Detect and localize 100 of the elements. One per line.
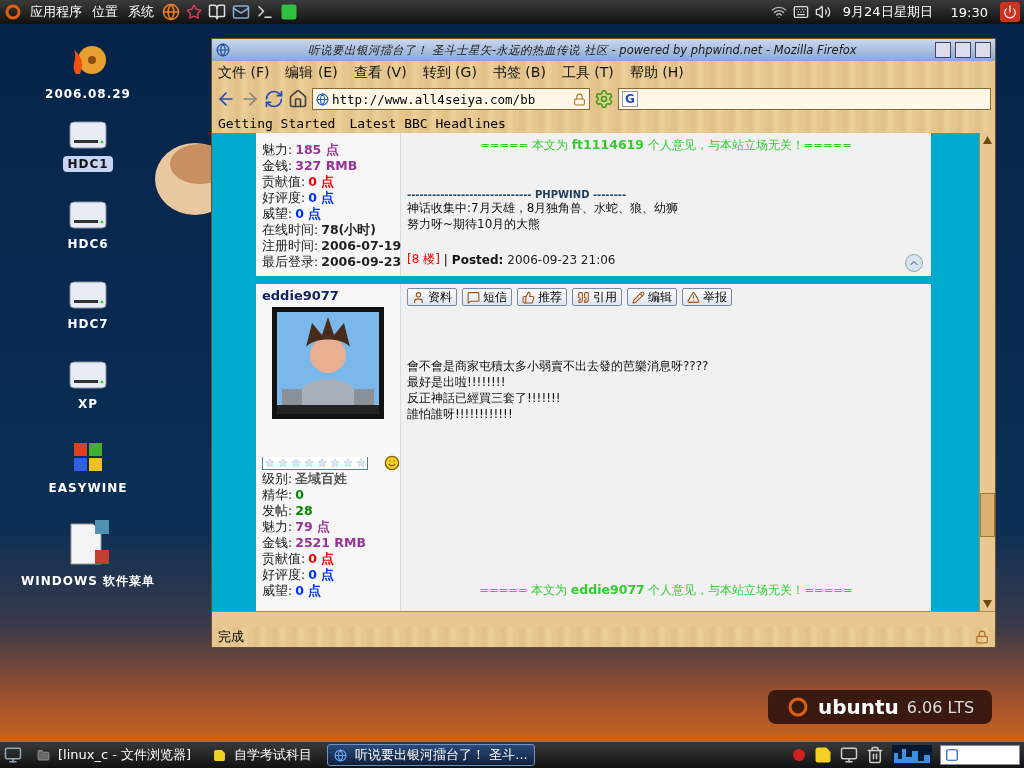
pencil-icon xyxy=(632,290,645,304)
post-action-button[interactable]: 推荐 xyxy=(517,288,567,306)
search-field[interactable]: G xyxy=(618,88,991,110)
floor-number: [8 楼] xyxy=(407,251,440,268)
panel-menu[interactable]: 系统 xyxy=(126,3,156,21)
vertical-scrollbar[interactable] xyxy=(979,133,995,611)
menu-item[interactable]: 帮助 (H) xyxy=(629,64,684,82)
post-text: 會不會是商家屯積太多小弱賣不出去發的芭樂消息呀???? xyxy=(407,358,710,374)
stat-label: 威望: xyxy=(262,583,293,599)
bookmark-link[interactable]: Getting Started xyxy=(218,115,336,131)
volume-icon[interactable] xyxy=(814,4,831,20)
address-field[interactable]: http://www.all4seiya.com/bb xyxy=(312,88,590,110)
desktop-icon-label[interactable]: XP xyxy=(73,396,102,412)
globe-icon xyxy=(216,43,230,57)
panel-menu[interactable]: 位置 xyxy=(90,3,120,21)
record-dot-icon[interactable] xyxy=(792,748,806,762)
window-outline-icon xyxy=(945,748,959,762)
stat-label: 魅力: xyxy=(262,519,293,535)
taskbar-button[interactable]: 听说要出银河擂台了！ 圣斗... xyxy=(327,744,535,766)
home-icon[interactable] xyxy=(288,89,308,109)
close-button[interactable] xyxy=(975,42,991,58)
stat-value: 圣域百姓 xyxy=(295,471,348,487)
drive-icon xyxy=(68,360,108,390)
stat-value: 2521 RMB xyxy=(295,535,366,551)
note-icon xyxy=(213,748,227,762)
stat-label: 贡献值: xyxy=(262,551,306,567)
stat-label: 最后登录: xyxy=(262,254,319,270)
stat-value: 0 点 xyxy=(308,551,335,567)
stat-value: 0 点 xyxy=(295,583,322,599)
smiley-icon xyxy=(384,455,400,471)
square-launcher-icon[interactable] xyxy=(280,3,298,21)
desktop-icon-label[interactable]: WINDOWS 软件菜单 xyxy=(17,572,159,591)
stat-label: 好评度: xyxy=(262,190,306,206)
network-icon[interactable] xyxy=(770,4,787,20)
stat-value: 0 点 xyxy=(308,174,335,190)
stat-label: 在线时间: xyxy=(262,222,319,238)
globe-icon xyxy=(334,748,348,762)
menu-item[interactable]: 查看 (V) xyxy=(353,64,407,82)
thumbs-up-icon xyxy=(522,290,535,304)
minimize-button[interactable] xyxy=(935,42,951,58)
desktop-icon-label[interactable]: HDC6 xyxy=(63,236,113,252)
maximize-button[interactable] xyxy=(955,42,971,58)
stat-label: 威望: xyxy=(262,206,293,222)
scroll-down-icon[interactable] xyxy=(983,600,992,608)
signature-text: 努力呀~期待10月的大熊 xyxy=(407,216,542,232)
star-launcher-icon[interactable] xyxy=(186,4,202,20)
desktop-icon-label[interactable]: HDC7 xyxy=(63,316,113,332)
menu-item[interactable]: 书签 (B) xyxy=(492,64,546,82)
keyboard-icon[interactable] xyxy=(792,4,809,20)
stat-value: 0 点 xyxy=(308,190,335,206)
windows-flag-icon xyxy=(71,440,105,474)
trash-icon[interactable] xyxy=(866,746,884,764)
workspace-switcher[interactable] xyxy=(940,745,1020,765)
menu-item[interactable]: 编辑 (E) xyxy=(285,64,338,82)
signature-text: 神话收集中:7月天雄，8月独角兽、水蛇、狼、幼狮 xyxy=(407,200,680,216)
back-to-top-button[interactable] xyxy=(905,254,923,272)
monitor-icon[interactable] xyxy=(840,746,858,764)
ubuntu-logo-icon[interactable] xyxy=(4,3,22,21)
post-action-button[interactable]: 短信 xyxy=(462,288,512,306)
terminal-launcher-icon[interactable] xyxy=(256,3,274,21)
menu-item[interactable]: 文件 (F) xyxy=(218,64,270,82)
stat-value: 0 点 xyxy=(295,206,322,222)
post-action-button[interactable]: 举报 xyxy=(682,288,732,306)
username[interactable]: eddie9077 xyxy=(262,288,400,303)
stat-value: 2006-07-19 xyxy=(321,238,402,254)
post-action-button[interactable]: 编辑 xyxy=(627,288,677,306)
desktop-icon-label[interactable]: EASYWINE xyxy=(44,480,132,496)
desktop-icon-label[interactable]: HDC1 xyxy=(63,156,113,172)
show-desktop-icon[interactable] xyxy=(4,746,22,764)
stat-label: 精华: xyxy=(262,487,293,503)
separator-text: | xyxy=(443,252,448,267)
menu-item[interactable]: 工具 (T) xyxy=(561,64,614,82)
scroll-thumb[interactable] xyxy=(980,493,995,537)
power-button[interactable] xyxy=(1000,2,1020,22)
post-action-button[interactable]: 资料 xyxy=(407,288,457,306)
taskbar-button[interactable]: 自学考试科目 xyxy=(206,744,320,766)
post-action-button[interactable]: 引用 xyxy=(572,288,622,306)
warning-icon xyxy=(687,290,700,304)
mail-launcher-icon[interactable] xyxy=(232,3,250,21)
stat-value: 0 点 xyxy=(308,567,335,583)
stat-label: 魅力: xyxy=(262,142,293,158)
panel-date[interactable]: 9月24日星期日 xyxy=(842,3,933,21)
scroll-up-icon[interactable] xyxy=(983,136,992,144)
window-title: 听说要出银河擂台了！ 圣斗士星矢-永远的热血传说 社区 - powered by phpwind.net - Mozilla Firefox xyxy=(307,42,858,58)
disclaimer-text: ===== 本文为 eddie9077 个人意见，与本站立场无关！===== xyxy=(478,582,854,598)
menu-item[interactable]: 转到 (G) xyxy=(422,64,477,82)
book-launcher-icon[interactable] xyxy=(208,3,226,21)
system-monitor-graph-icon[interactable] xyxy=(892,745,932,765)
taskbar-button[interactable]: [linux_c - 文件浏览器] xyxy=(30,744,199,766)
bookmark-link[interactable]: Latest BBC Headlines xyxy=(349,115,506,131)
signature-rule: ------------------------------ PHPWIND -------- xyxy=(407,189,628,200)
globe-launcher-icon[interactable] xyxy=(162,3,180,21)
stat-label: 金钱: xyxy=(262,158,293,174)
panel-menu[interactable]: 应用程序 xyxy=(28,3,84,21)
reload-icon[interactable] xyxy=(264,89,284,109)
note-icon[interactable] xyxy=(814,746,832,764)
desktop-icon-label[interactable]: 2006.08.29 xyxy=(41,86,135,102)
panel-clock[interactable]: 19:30 xyxy=(950,4,988,20)
stat-label: 注册时间: xyxy=(262,238,319,254)
stat-value: 185 点 xyxy=(295,142,339,158)
